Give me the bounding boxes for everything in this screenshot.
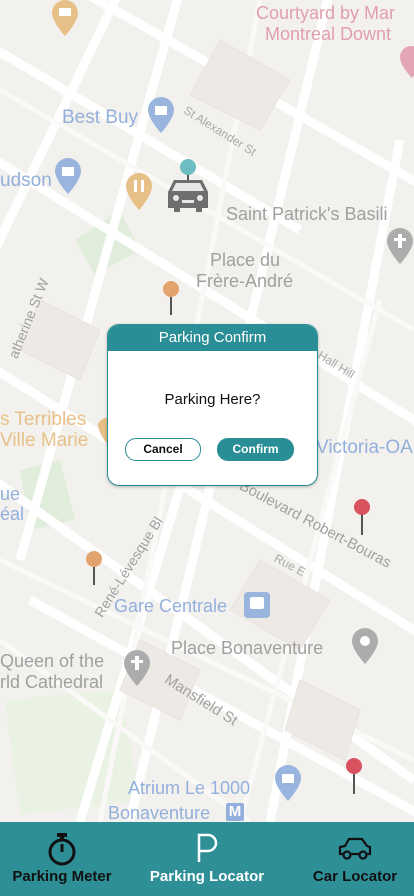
nav-label-car-locator: Car Locator [312,868,398,885]
cancel-button[interactable]: Cancel [125,438,201,461]
nav-item-parking-locator[interactable]: Parking Locator [140,822,274,896]
nav-label-parking-locator: Parking Locator [149,868,265,885]
parking-spot-pin-orange[interactable] [162,281,180,317]
parking-confirm-dialog: Parking Confirm Parking Here? Cancel Con… [107,324,318,486]
car-icon [338,837,372,860]
nav-label-parking-meter: Parking Meter [12,868,112,885]
nav-item-car-locator[interactable]: Car Locator [300,822,410,896]
dialog-message: Parking Here? [164,391,261,408]
nav-item-parking-meter[interactable]: Parking Meter [0,822,124,896]
parking-spot-pin-orange-2[interactable] [85,551,103,587]
stopwatch-icon [48,833,76,866]
confirm-button[interactable]: Confirm [217,438,294,461]
parking-p-icon [197,833,218,862]
parking-spot-pin-red[interactable] [353,499,371,537]
dialog-title: Parking Confirm [108,325,317,351]
car-location-marker-icon[interactable] [162,158,212,216]
parking-spot-pin-red-2[interactable] [345,758,363,796]
bottom-nav-bar: Parking Meter Parking Locator Car Locato… [0,822,414,896]
